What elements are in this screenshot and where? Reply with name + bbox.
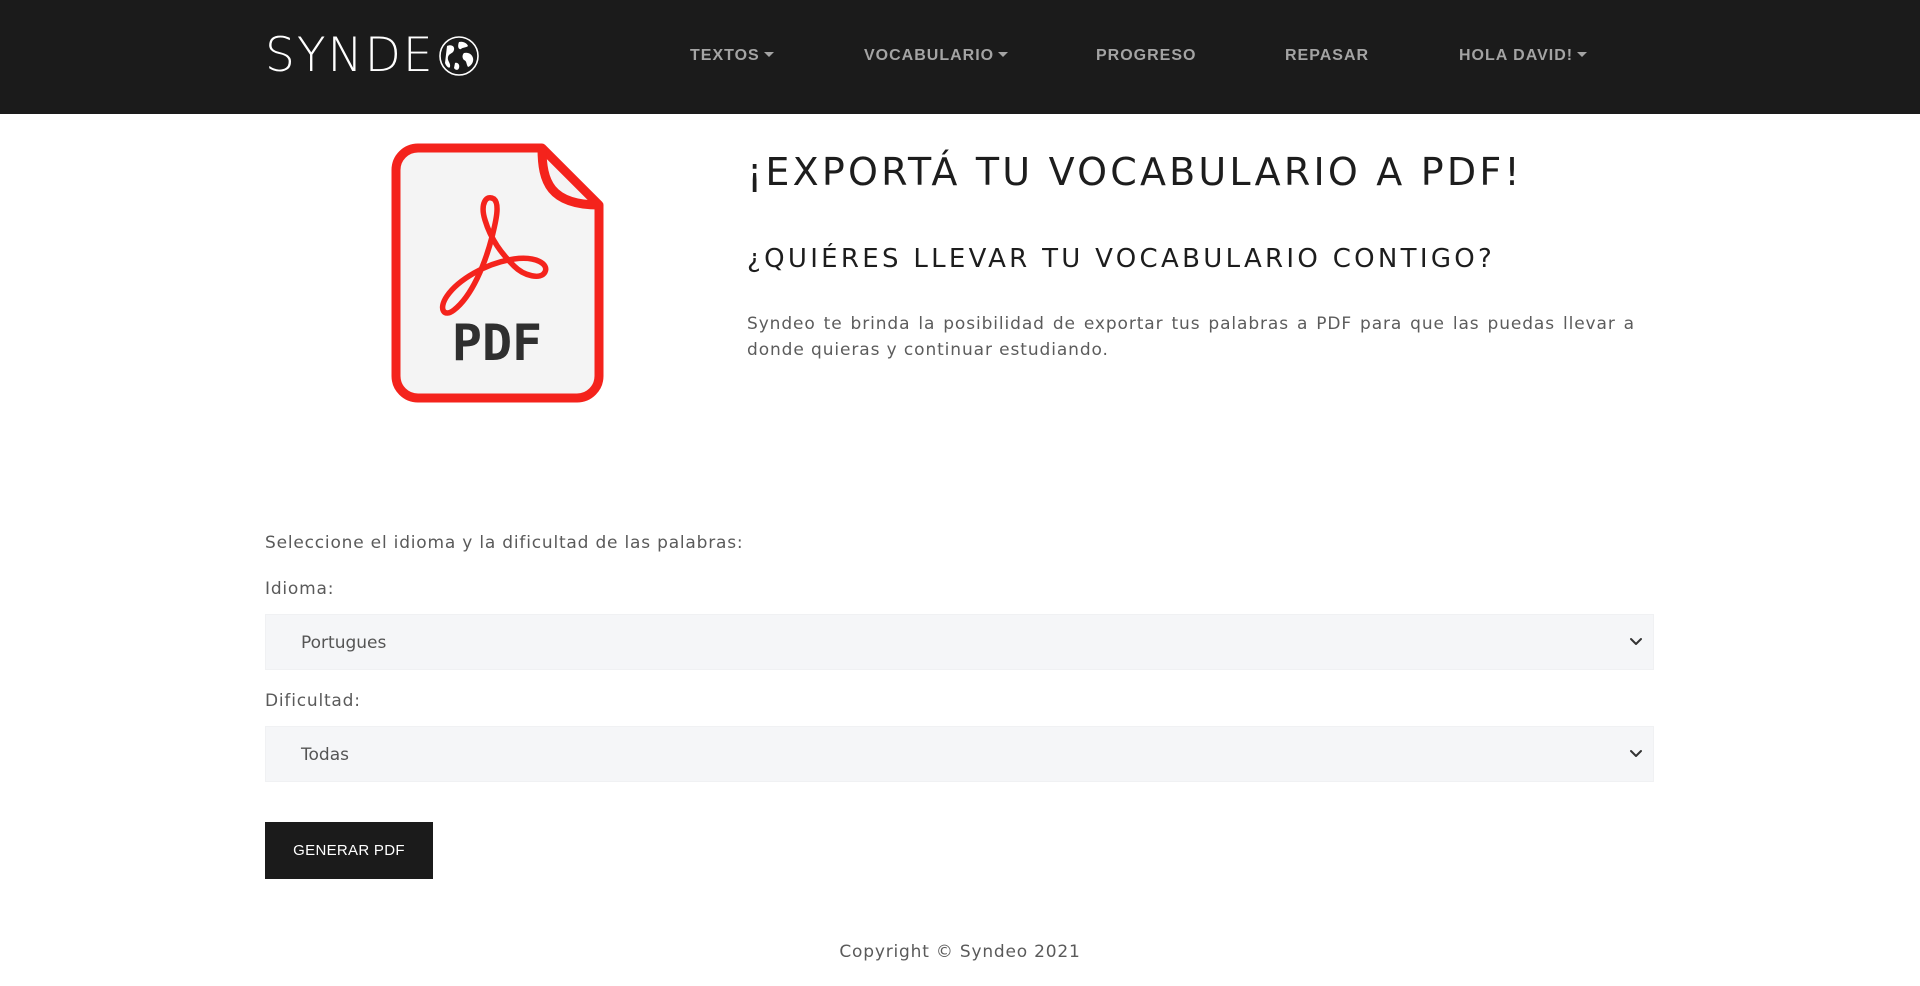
pdf-file-icon: PDF [391,143,604,403]
brand-logo[interactable]: SYNDE [265,30,481,82]
top-navbar: SYNDE TEXTOS VOCABULARIO PROGRESO REPASA… [0,0,1920,114]
difficulty-select-value: Todas [301,745,349,765]
chevron-down-icon [1630,750,1642,757]
language-select-value: Portugues [301,633,387,653]
generate-pdf-button[interactable]: GENERAR PDF [265,822,433,879]
language-select[interactable]: Portugues [265,614,1654,670]
difficulty-select[interactable]: Todas [265,726,1654,782]
language-label: Idioma: [265,579,335,599]
nav-progreso-link[interactable]: PROGRESO [1096,44,1196,68]
caret-down-icon [1577,52,1588,57]
caret-down-icon [998,52,1009,57]
page-title: ¡EXPORTÁ TU VOCABULARIO A PDF! [747,150,1523,194]
nav-textos-label: TEXTOS [690,47,760,64]
caret-down-icon [763,52,774,57]
nav-vocabulario-label: VOCABULARIO [864,47,995,64]
nav-progreso-label: PROGRESO [1096,47,1197,64]
nav-repasar-link[interactable]: REPASAR [1285,44,1369,68]
nav-vocabulario-dropdown[interactable]: VOCABULARIO [864,44,1009,68]
footer-copyright: Copyright © Syndeo 2021 [839,942,1081,962]
page-subtitle: ¿QUIÉRES LLEVAR TU VOCABULARIO CONTIGO? [747,244,1496,274]
difficulty-label: Dificultad: [265,691,361,711]
page-description: Syndeo te brinda la posibilidad de expor… [747,314,1635,360]
nav-user-dropdown[interactable]: HOLA DAVID! [1459,44,1588,68]
chevron-down-icon [1630,638,1642,645]
form-instructions: Seleccione el idioma y la dificultad de … [265,533,744,553]
nav-repasar-label: REPASAR [1285,47,1370,64]
nav-user-label: HOLA DAVID! [1459,47,1574,64]
nav-textos-dropdown[interactable]: TEXTOS [690,44,774,68]
brand-name: SYNDE [265,28,435,83]
pdf-icon-label: PDF [452,314,542,372]
globe-icon [438,36,479,76]
